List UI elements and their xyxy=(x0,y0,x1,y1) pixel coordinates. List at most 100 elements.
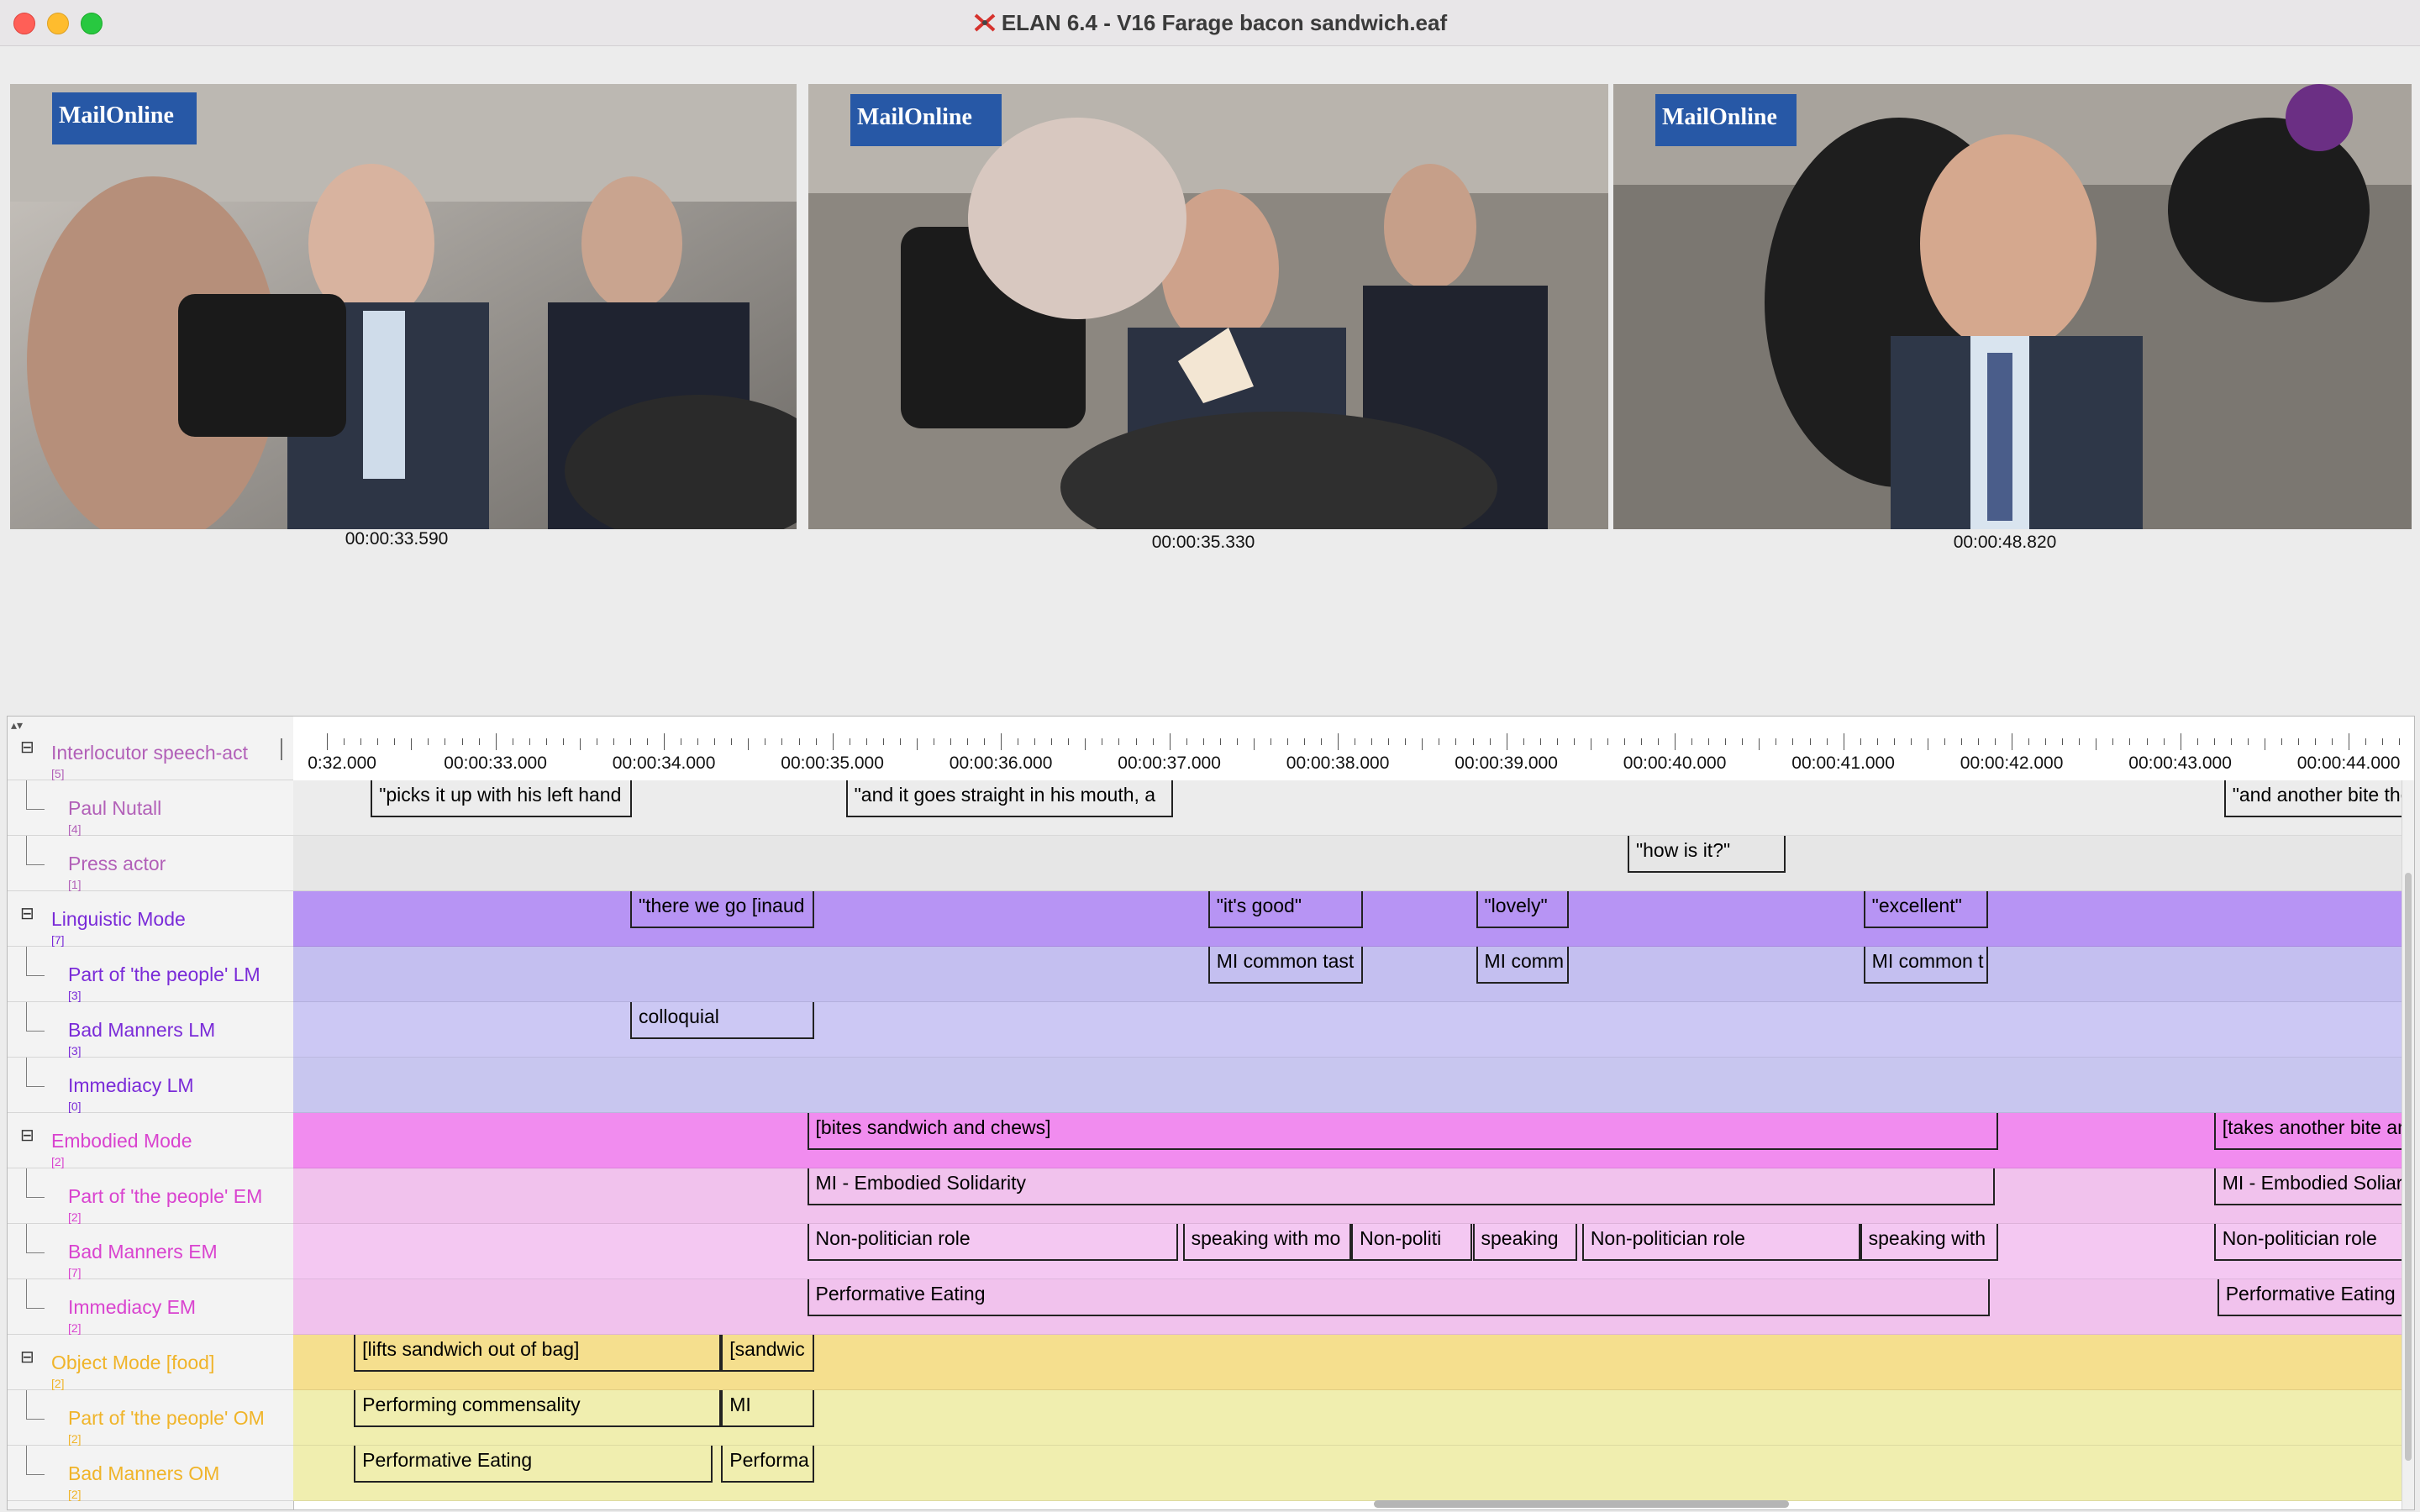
annotation[interactable]: Non-politician role xyxy=(2213,1224,2402,1261)
annotation[interactable]: Non-politician role xyxy=(1581,1224,1860,1261)
annotation[interactable]: MI comm xyxy=(1476,947,1569,984)
video-viewer-3[interactable]: MailOnline xyxy=(1613,84,2412,529)
tier-track-9[interactable]: MI - Embodied Solidarity MI - Embodied So… xyxy=(293,1168,2402,1224)
annotation[interactable]: "picks it up with his left hand xyxy=(371,780,632,817)
video-2-timecode: 00:00:35.330 xyxy=(1151,533,1255,552)
ruler-tick-label: 00:00:39.000 xyxy=(1455,753,1558,773)
tier-label-7[interactable]: Immediacy LM [0] xyxy=(8,1058,293,1113)
annotation-tracks[interactable]: "picks it up with his left hand "and it g… xyxy=(293,780,2402,1509)
time-ruler[interactable]: 0:32.000 00:00:33.000 00:00:34.000 00:00:35… xyxy=(293,717,2414,781)
tier-label-11[interactable]: Immediacy EM [2] xyxy=(8,1279,293,1335)
vertical-scrollbar[interactable] xyxy=(2402,780,2414,1509)
ruler-divider-handle[interactable] xyxy=(281,738,282,760)
ruler-minor-tick xyxy=(2281,738,2282,745)
tier-track-6[interactable]: colloquial xyxy=(293,1002,2402,1058)
annotation[interactable]: MI xyxy=(721,1390,814,1427)
annotation[interactable]: [lifts sandwich out of bag] xyxy=(354,1335,722,1372)
tier-label-14[interactable]: Bad Manners OM [2] xyxy=(8,1446,293,1501)
annotation[interactable]: "and it goes straight in his mouth, a xyxy=(845,780,1173,817)
tier-track-13[interactable]: Performing commensality MI xyxy=(293,1390,2402,1446)
video-viewer-2[interactable]: MailOnline xyxy=(808,84,1608,529)
tier-track-2[interactable]: "picks it up with his left hand "and it g… xyxy=(293,780,2402,836)
vertical-scroll-thumb[interactable] xyxy=(2405,873,2412,1461)
annotation[interactable]: speaking with mo xyxy=(1182,1224,1352,1261)
tier-track-14[interactable]: Performative Eating Performa xyxy=(293,1446,2402,1501)
tier-label-9[interactable]: Part of 'the people' EM [2] xyxy=(8,1168,293,1224)
annotation[interactable]: Performative Eating xyxy=(354,1446,713,1483)
annotation[interactable]: [sandwic xyxy=(721,1335,814,1372)
tier-track-12[interactable]: [lifts sandwich out of bag] [sandwic xyxy=(293,1335,2402,1390)
tier-track-5[interactable]: MI common tast MI comm MI common t xyxy=(293,947,2402,1002)
annotation[interactable]: Non-politi xyxy=(1351,1224,1473,1261)
annotation[interactable]: "lovely" xyxy=(1476,891,1569,928)
ruler-minor-tick xyxy=(1910,738,1912,745)
tier-label-1[interactable]: Interlocutor speech-act [5] ⊟ xyxy=(8,725,293,780)
annotation[interactable]: MI - Embodied Soliarity xyxy=(2213,1168,2402,1205)
annotation[interactable]: [takes another bite and chews xyxy=(2213,1113,2402,1150)
collapse-expand-all-icon[interactable]: ▴▾ xyxy=(11,718,23,732)
annotation[interactable]: Non-politician role xyxy=(807,1224,1178,1261)
video-viewer-1[interactable]: MailOnline xyxy=(10,84,797,529)
tier-label-3[interactable]: Press actor [1] xyxy=(8,836,293,891)
ruler-minor-tick xyxy=(1186,738,1187,745)
tier-annotation-count: [2] xyxy=(68,1210,82,1224)
tier-track-4[interactable]: "there we go [inaud "it's good" "lovely" "e… xyxy=(293,891,2402,947)
timeline-viewer[interactable]: Interlocutor speech-act [5] ⊟ Paul Nutall [4… xyxy=(7,716,2415,1510)
tier-track-3[interactable]: "how is it?" xyxy=(293,836,2402,891)
tier-track-10[interactable]: Non-politician role speaking with mo Non-p… xyxy=(293,1224,2402,1279)
tier-label-6[interactable]: Bad Manners LM [3] xyxy=(8,1002,293,1058)
collapse-tier-icon[interactable]: ⊟ xyxy=(20,1127,34,1144)
annotation[interactable]: MI common t xyxy=(1863,947,1989,984)
horizontal-scroll-thumb[interactable] xyxy=(1374,1500,1789,1508)
ruler-minor-tick xyxy=(1118,738,1120,745)
tier-label-5[interactable]: Part of 'the people' LM [3] xyxy=(8,947,293,1002)
annotation[interactable]: Performative Eating xyxy=(2217,1279,2402,1316)
ruler-tick-label: 00:00:38.000 xyxy=(1286,753,1390,773)
annotation[interactable]: MI - Embodied Solidarity xyxy=(807,1168,1996,1205)
collapse-tier-icon[interactable]: ⊟ xyxy=(20,1349,34,1366)
ruler-minor-tick xyxy=(1960,738,1962,745)
tier-annotation-count: [7] xyxy=(51,933,65,947)
tier-track-8[interactable]: [bites sandwich and chews] [takes another… xyxy=(293,1113,2402,1168)
ruler-minor-tick xyxy=(461,738,463,745)
tier-label-4[interactable]: Linguistic Mode [7] ⊟ xyxy=(8,891,293,947)
tier-label-13[interactable]: Part of 'the people' OM [2] xyxy=(8,1390,293,1446)
tier-label-12[interactable]: Object Mode [food] [2] ⊟ xyxy=(8,1335,293,1390)
tier-label-8[interactable]: Embodied Mode [2] ⊟ xyxy=(8,1113,293,1168)
ruler-minor-tick xyxy=(1405,738,1407,745)
annotation[interactable]: Performa xyxy=(721,1446,814,1483)
annotation[interactable]: "it's good" xyxy=(1207,891,1364,928)
tier-track-7[interactable] xyxy=(293,1058,2402,1113)
ruler-minor-tick xyxy=(2297,738,2299,745)
ruler-minor-tick xyxy=(1792,738,1794,745)
ruler-minor-tick xyxy=(1641,738,1642,745)
horizontal-scrollbar[interactable] xyxy=(293,1498,2402,1509)
ruler-minor-tick xyxy=(1944,738,1945,745)
annotation[interactable]: speaking xyxy=(1472,1224,1577,1261)
annotation[interactable]: [bites sandwich and chews] xyxy=(807,1113,1999,1150)
tier-label-2[interactable]: Paul Nutall [4] xyxy=(8,780,293,836)
ruler-minor-tick xyxy=(2365,738,2367,745)
annotation[interactable]: speaking with xyxy=(1860,1224,1999,1261)
tree-connector xyxy=(26,1197,45,1198)
annotation[interactable]: "there we go [inaud xyxy=(630,891,814,928)
tree-connector xyxy=(26,1224,27,1252)
annotation[interactable]: "excellent" xyxy=(1863,891,1989,928)
tier-name: Bad Manners OM xyxy=(68,1462,220,1484)
ruler-minor-tick xyxy=(428,738,429,745)
ruler-minor-tick xyxy=(781,738,783,745)
annotation[interactable]: Performing commensality xyxy=(354,1390,722,1427)
tier-track-11[interactable]: Performative Eating Performative Eating xyxy=(293,1279,2402,1335)
ruler-minor-tick xyxy=(714,738,716,745)
collapse-tier-icon[interactable]: ⊟ xyxy=(20,739,34,756)
ruler-minor-tick xyxy=(613,738,614,745)
tier-label-10[interactable]: Bad Manners EM [7] xyxy=(8,1224,293,1279)
annotation[interactable]: MI common tast xyxy=(1207,947,1364,984)
annotation[interactable]: Performative Eating xyxy=(807,1279,1991,1316)
ruler-minor-tick xyxy=(1725,738,1727,745)
annotation[interactable]: "how is it?" xyxy=(1627,836,1786,873)
collapse-tier-icon[interactable]: ⊟ xyxy=(20,906,34,922)
annotation[interactable]: "and another bite the xyxy=(2223,780,2402,817)
ruler-minor-tick xyxy=(1556,738,1558,745)
annotation[interactable]: colloquial xyxy=(630,1002,814,1039)
